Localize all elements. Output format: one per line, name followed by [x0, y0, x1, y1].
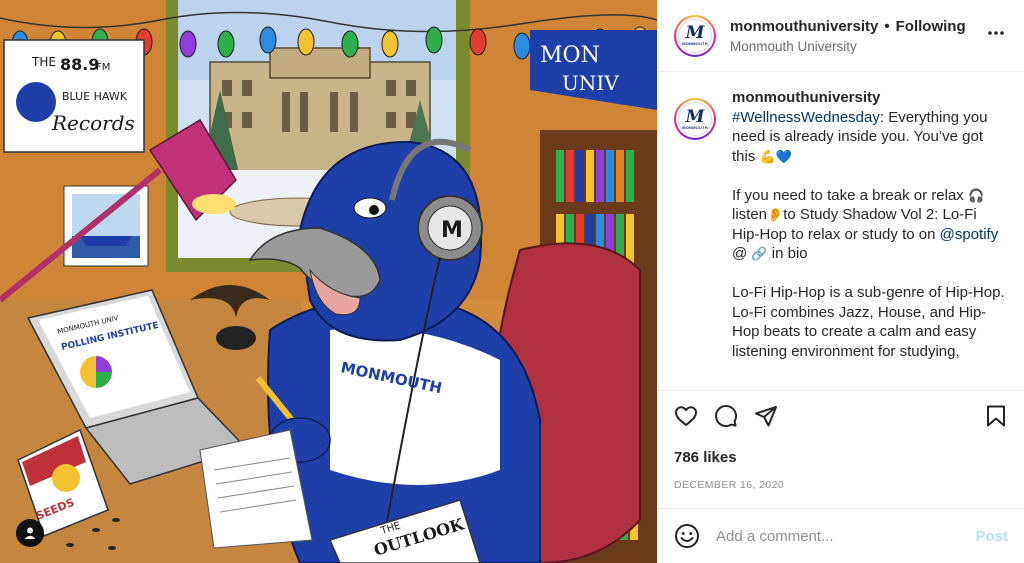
- radio-sign-fm: FM: [96, 62, 110, 73]
- emoji-picker-button[interactable]: [674, 523, 700, 549]
- like-button[interactable]: [674, 404, 698, 428]
- heart-icon: [675, 406, 697, 426]
- share-button[interactable]: [754, 404, 778, 428]
- account-username[interactable]: monmouthuniversity: [730, 18, 878, 35]
- radio-sign-records: Records: [51, 111, 135, 135]
- post-date[interactable]: DECEMBER 16, 2020: [674, 479, 1008, 491]
- more-options-button[interactable]: [982, 21, 1010, 51]
- caption-avatar[interactable]: M MONMOUTH: [674, 98, 716, 140]
- link-emoji: 🔗: [751, 246, 768, 261]
- mascot-illustration: THE 88.9 FM BLUE HAWK Records MON UNIV M…: [0, 0, 657, 563]
- caption-username[interactable]: monmouthuniversity: [732, 88, 1008, 108]
- post-comment-button[interactable]: Post: [975, 528, 1008, 545]
- following-button[interactable]: Following: [896, 18, 966, 35]
- likes-count[interactable]: 786 likes: [674, 449, 1008, 466]
- pennant-line1: MON: [540, 43, 600, 68]
- avatar-logo-word: MONMOUTH: [682, 41, 708, 46]
- radio-sign-the: THE: [31, 55, 56, 69]
- caption-avatar-letter: M: [685, 106, 705, 127]
- comment-button[interactable]: [714, 404, 738, 428]
- caption-p3: Lo-Fi Hip-Hop is a sub-genre of Hip-Hop.…: [732, 284, 1005, 360]
- tagged-users-button[interactable]: [16, 519, 44, 547]
- person-icon: [24, 527, 36, 539]
- caption-emoji-1: 💪💙: [759, 148, 792, 164]
- separator-dot: •: [884, 17, 890, 35]
- caption-area: M MONMOUTH monmouthuniversity #WellnessW…: [658, 88, 1024, 390]
- account-avatar[interactable]: M MONMOUTH: [674, 14, 716, 57]
- ear-emoji: 👂: [767, 207, 784, 222]
- bookmark-icon: [987, 405, 1005, 427]
- hashtag-link[interactable]: #WellnessWednesday: [732, 109, 880, 126]
- comment-icon: [715, 405, 738, 428]
- caption-avatar-word: MONMOUTH: [682, 124, 708, 130]
- post-image[interactable]: THE 88.9 FM BLUE HAWK Records MON UNIV M…: [0, 0, 657, 563]
- account-display-name: Monmouth University: [730, 38, 857, 54]
- post-header: M MONMOUTH monmouthuniversity • Following …: [658, 0, 1024, 72]
- headphones-emoji: 🎧: [967, 187, 985, 203]
- smiley-icon: [675, 524, 699, 548]
- more-horizontal-icon: [988, 30, 1004, 35]
- spotify-mention-link[interactable]: @spotify: [940, 226, 999, 243]
- comment-input[interactable]: [716, 527, 976, 545]
- caption-p2-part4: @: [732, 245, 752, 262]
- avatar-logo-letter: M: [685, 23, 705, 43]
- caption-text: monmouthuniversity #WellnessWednesday: E…: [732, 88, 1008, 361]
- radio-sign-bluehawk: BLUE HAWK: [62, 90, 128, 103]
- pennant-line2: UNIV: [562, 71, 619, 95]
- radio-sign-frequency: 88.9: [60, 55, 99, 74]
- headphone-letter: M: [441, 218, 463, 243]
- caption-p2-part2: listen: [732, 206, 768, 223]
- paper-plane-icon: [755, 406, 777, 427]
- actions-section: 786 likes DECEMBER 16, 2020: [658, 390, 1024, 491]
- post-panel: M MONMOUTH monmouthuniversity • Following …: [657, 0, 1024, 563]
- comment-bar: Post: [658, 508, 1024, 563]
- caption-p2-part1: If you need to take a break or relax: [732, 186, 968, 204]
- save-button[interactable]: [984, 404, 1008, 428]
- caption-p2-part5: in bio: [767, 245, 808, 262]
